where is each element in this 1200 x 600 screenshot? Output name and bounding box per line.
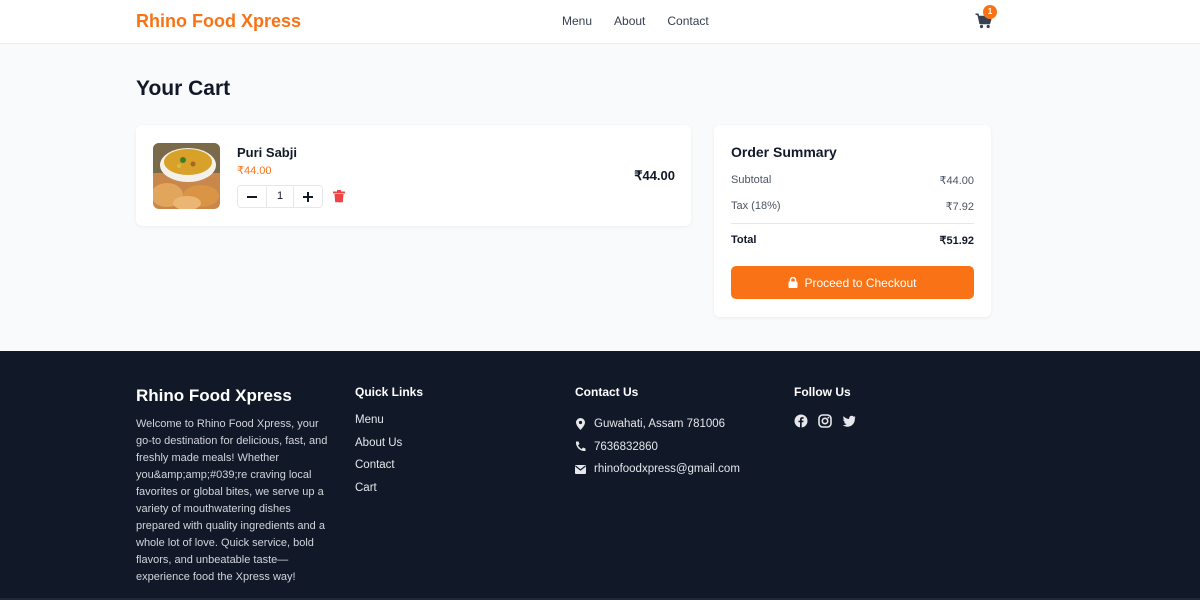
subtotal-row: Subtotal ₹44.00 <box>731 174 974 187</box>
cart-count-badge: 1 <box>983 5 997 19</box>
contact-list: Guwahati, Assam 781006 7636832860 rhinof… <box>575 413 740 481</box>
decrease-quantity-button[interactable] <box>238 186 266 207</box>
summary-divider <box>731 223 974 224</box>
order-summary-title: Order Summary <box>731 144 837 160</box>
follow-heading: Follow Us <box>794 385 851 399</box>
contact-heading: Contact Us <box>575 385 639 399</box>
tax-row: Tax (18%) ₹7.92 <box>731 200 974 213</box>
item-name: Puri Sabji <box>237 145 297 160</box>
phone-item: 7636832860 <box>575 436 740 459</box>
page-title: Your Cart <box>136 77 231 100</box>
total-value: ₹51.92 <box>939 235 974 247</box>
quick-links-heading: Quick Links <box>355 385 424 399</box>
item-line-total: ₹44.00 <box>634 168 675 183</box>
cart-item-card: Puri Sabji ₹44.00 1 ₹44.00 <box>136 125 691 226</box>
lock-icon <box>788 277 798 288</box>
map-pin-icon <box>575 418 586 431</box>
trash-icon[interactable] <box>333 190 345 203</box>
brand-logo[interactable]: Rhino Food Xpress <box>136 11 301 32</box>
facebook-icon[interactable] <box>794 414 808 428</box>
site-footer: Rhino Food Xpress Welcome to Rhino Food … <box>0 351 1200 600</box>
social-links <box>794 414 856 428</box>
plus-icon <box>303 191 313 202</box>
total-label: Total <box>731 234 757 246</box>
checkout-label: Proceed to Checkout <box>804 275 917 290</box>
quick-links-list: Menu About Us Contact Cart <box>355 413 402 503</box>
tax-value: ₹7.92 <box>945 201 974 213</box>
item-unit-price: ₹44.00 <box>237 165 272 177</box>
quantity-stepper: 1 <box>237 185 323 208</box>
instagram-icon[interactable] <box>818 414 832 428</box>
email-text[interactable]: rhinofoodxpress@gmail.com <box>594 463 740 475</box>
total-row: Total ₹51.92 <box>731 234 974 247</box>
twitter-icon[interactable] <box>842 414 856 428</box>
quantity-value[interactable]: 1 <box>266 186 294 207</box>
envelope-icon <box>575 463 586 475</box>
checkout-button[interactable]: Proceed to Checkout <box>731 266 974 299</box>
site-header: Rhino Food Xpress Menu About Contact 1 <box>0 0 1200 44</box>
main-nav: Menu About Contact <box>562 14 709 28</box>
nav-about-link[interactable]: About <box>614 14 645 28</box>
nav-menu-link[interactable]: Menu <box>562 14 592 28</box>
footer-link-menu[interactable]: Menu <box>355 413 402 436</box>
footer-link-contact[interactable]: Contact <box>355 458 402 481</box>
increase-quantity-button[interactable] <box>294 186 322 207</box>
email-item: rhinofoodxpress@gmail.com <box>575 458 740 481</box>
food-image <box>153 143 220 209</box>
footer-link-cart[interactable]: Cart <box>355 481 402 504</box>
footer-brand: Rhino Food Xpress <box>136 386 292 405</box>
subtotal-label: Subtotal <box>731 174 772 186</box>
tax-label: Tax (18%) <box>731 200 781 212</box>
footer-description: Welcome to Rhino Food Xpress, your go-to… <box>136 418 328 583</box>
nav-contact-link[interactable]: Contact <box>667 14 708 28</box>
subtotal-value: ₹44.00 <box>939 175 974 187</box>
phone-icon <box>575 441 586 453</box>
order-summary-card: Order Summary Subtotal ₹44.00 Tax (18%) … <box>714 125 991 317</box>
address-text: Guwahati, Assam 781006 <box>594 418 726 431</box>
phone-text[interactable]: 7636832860 <box>594 441 658 453</box>
address-item: Guwahati, Assam 781006 <box>575 413 740 436</box>
footer-link-about[interactable]: About Us <box>355 436 402 459</box>
minus-icon <box>247 195 257 198</box>
